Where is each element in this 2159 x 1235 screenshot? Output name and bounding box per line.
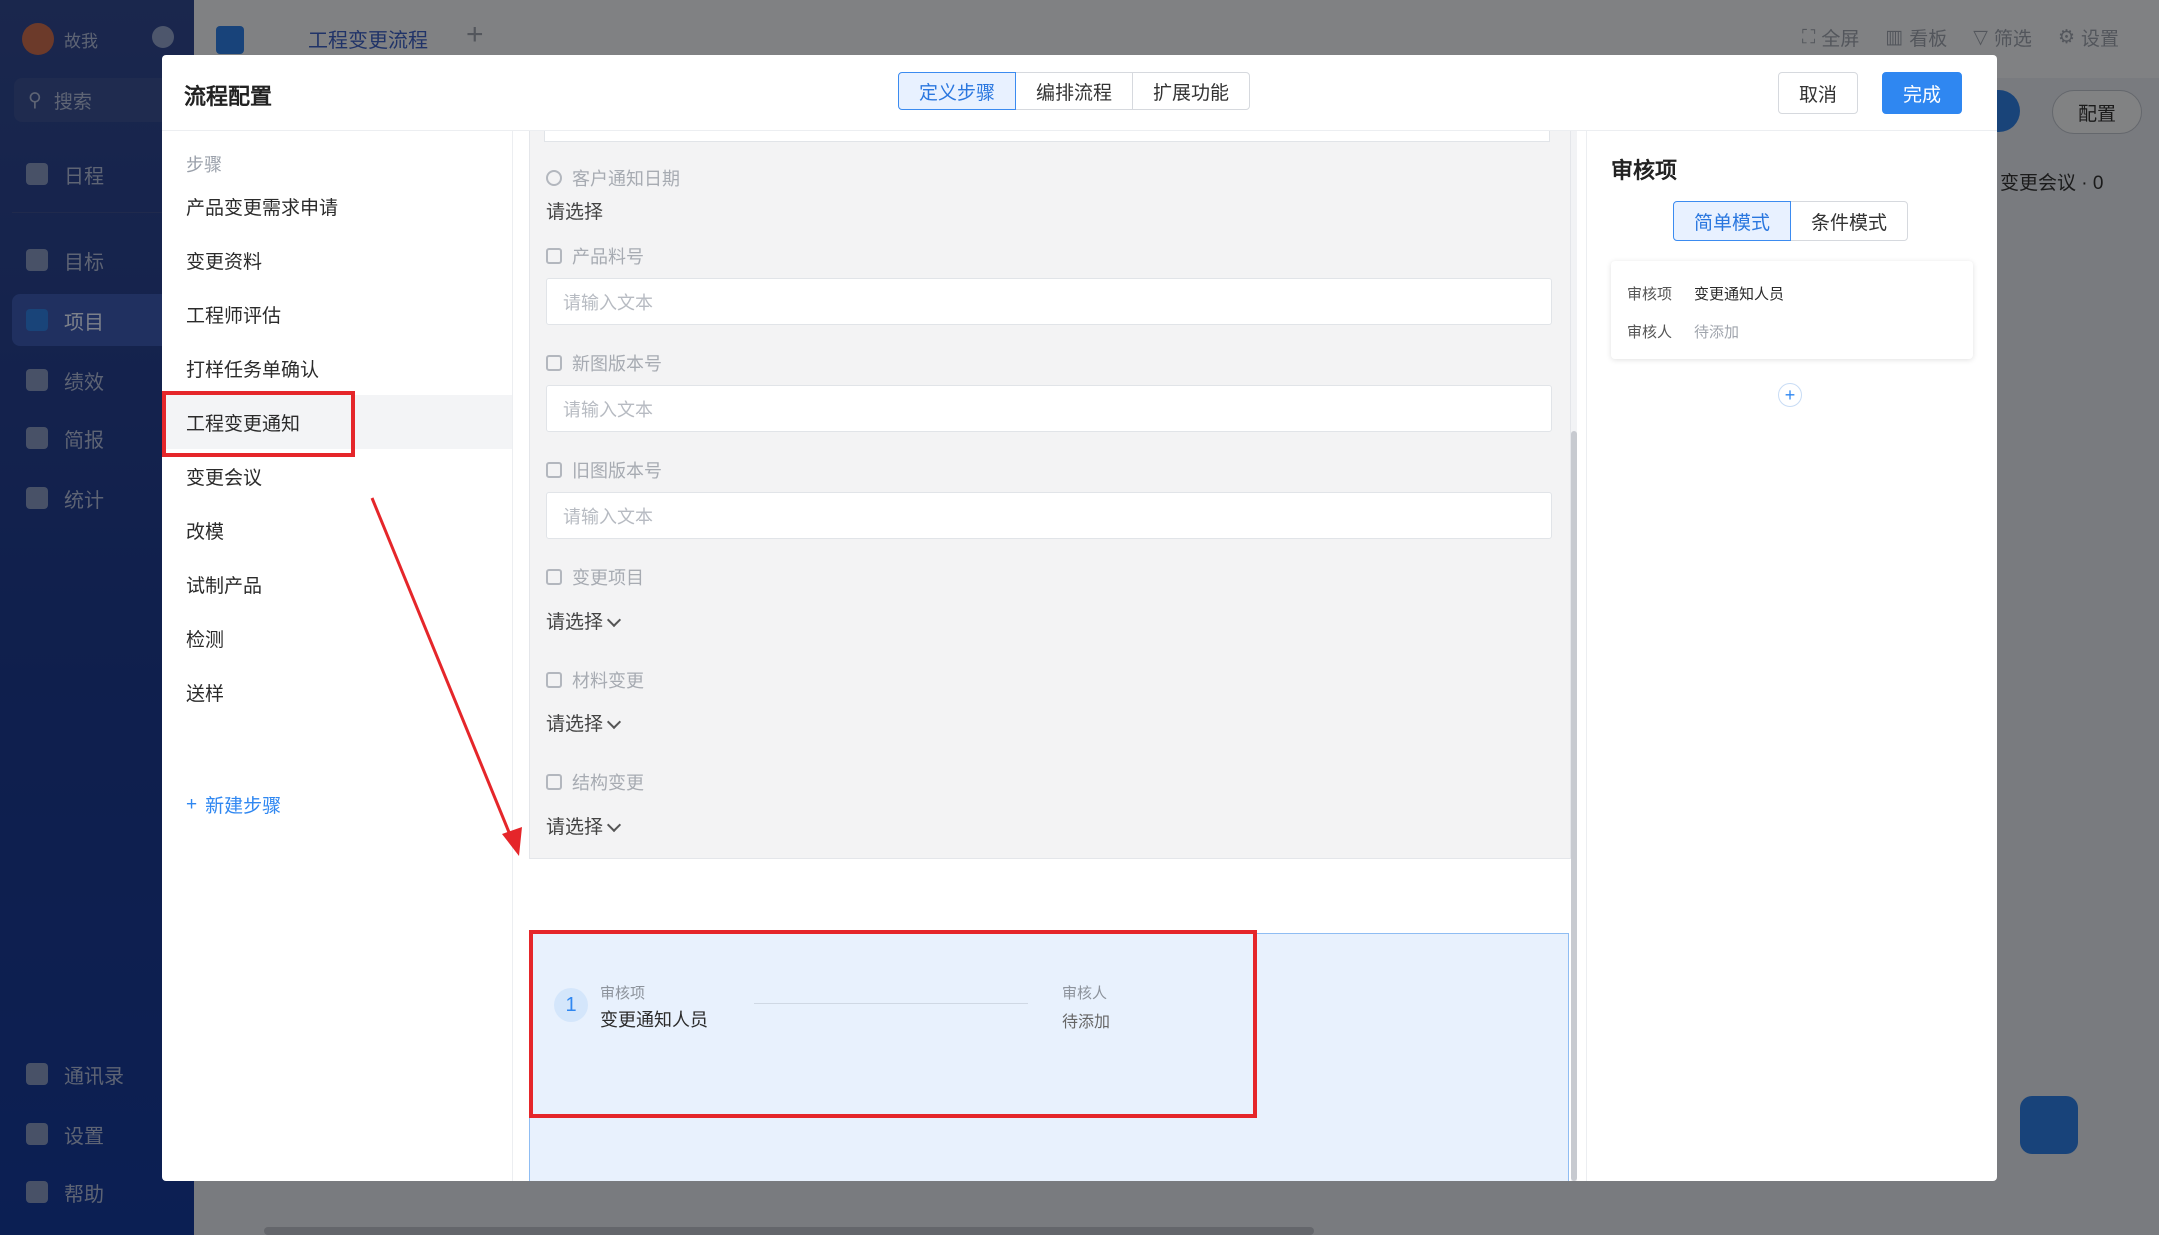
field-label-text: 结构变更 <box>572 773 644 793</box>
text-input[interactable]: 请输入文本 <box>546 492 1552 539</box>
step-item[interactable]: 改模 <box>162 503 512 557</box>
step-item[interactable]: 工程师评估 <box>162 287 512 341</box>
dropdown-field-icon <box>546 672 562 688</box>
step-item[interactable]: 送样 <box>162 665 512 719</box>
field-select[interactable]: 请选择 <box>546 607 622 634</box>
review-panel: 审核项 简单模式 条件模式 审核项 变更通知人员 审核人 待添加 + <box>1586 131 1987 1181</box>
step-item[interactable]: 变更资料 <box>162 233 512 287</box>
text-input[interactable]: 请输入文本 <box>546 278 1552 325</box>
field-label: 客户通知日期 <box>546 165 680 191</box>
form-scrollbar[interactable] <box>1571 131 1577 1181</box>
dropdown-field-icon <box>546 774 562 790</box>
field-label: 旧图版本号 <box>546 457 662 483</box>
tab-define-steps[interactable]: 定义步骤 <box>898 72 1017 110</box>
done-button[interactable]: 完成 <box>1882 72 1963 114</box>
field-select[interactable]: 请选择 <box>546 197 603 224</box>
review-panel-title: 审核项 <box>1611 158 1678 183</box>
select-value: 请选择 <box>546 612 604 633</box>
text-input[interactable]: 请输入文本 <box>546 385 1552 432</box>
form-input-partial <box>544 131 1550 142</box>
tab-extensions[interactable]: 扩展功能 <box>1132 72 1251 110</box>
review-item-key: 审核项 <box>1627 286 1673 303</box>
steps-header: 步骤 <box>186 155 222 175</box>
new-step-button[interactable]: + 新建步骤 <box>186 791 281 818</box>
step-item[interactable]: 试制产品 <box>162 557 512 611</box>
modal-header: 流程配置 定义步骤 编排流程 扩展功能 取消 完成 <box>162 55 1997 131</box>
field-label-text: 客户通知日期 <box>572 169 680 189</box>
field-label-text: 材料变更 <box>572 671 644 691</box>
chevron-down-icon <box>606 714 622 730</box>
flow-config-modal: 流程配置 定义步骤 编排流程 扩展功能 取消 完成 步骤 产品变更需求申请 变更… <box>162 55 1997 1181</box>
plus-icon: + <box>186 793 198 815</box>
modal-title: 流程配置 <box>184 84 273 109</box>
approver-row: 审核人 待添加 <box>1627 321 1739 342</box>
step-item[interactable]: 检测 <box>162 611 512 665</box>
field-label: 新图版本号 <box>546 350 662 376</box>
condition-mode-button[interactable]: 条件模式 <box>1790 201 1909 241</box>
approver-key: 审核人 <box>1627 324 1673 341</box>
field-label: 产品料号 <box>546 243 644 269</box>
step-item[interactable]: 产品变更需求申请 <box>162 179 512 233</box>
text-field-icon <box>546 355 562 371</box>
step-item[interactable]: 打样任务单确认 <box>162 341 512 395</box>
select-value: 请选择 <box>546 817 604 838</box>
field-label: 变更项目 <box>546 564 644 590</box>
highlight-box-step <box>162 391 355 457</box>
review-item-row: 审核项 变更通知人员 <box>1627 283 1784 304</box>
steps-list: 步骤 产品变更需求申请 变更资料 工程师评估 打样任务单确认 工程变更通知 变更… <box>162 131 513 1181</box>
select-value: 请选择 <box>546 714 604 735</box>
chevron-down-icon <box>606 817 622 833</box>
field-select[interactable]: 请选择 <box>546 812 622 839</box>
simple-mode-button[interactable]: 简单模式 <box>1673 201 1792 241</box>
dropdown-field-icon <box>546 569 562 585</box>
approver-value: 待添加 <box>1694 324 1740 341</box>
field-label-text: 产品料号 <box>572 247 644 267</box>
modal-tabs: 定义步骤 编排流程 扩展功能 <box>898 72 1251 110</box>
add-review-item-button[interactable]: + <box>1778 383 1802 407</box>
text-field-icon <box>546 462 562 478</box>
cancel-button[interactable]: 取消 <box>1778 72 1859 114</box>
field-label: 材料变更 <box>546 667 644 693</box>
review-item-card[interactable]: 审核项 变更通知人员 审核人 待添加 <box>1611 261 1973 359</box>
new-step-label: 新建步骤 <box>205 796 282 817</box>
step-item[interactable]: 变更会议 <box>162 449 512 503</box>
scrollbar-thumb[interactable] <box>1571 431 1577 1181</box>
text-field-icon <box>546 248 562 264</box>
mode-switch: 简单模式 条件模式 <box>1673 201 1909 241</box>
review-item-value: 变更通知人员 <box>1694 286 1785 303</box>
field-label-text: 新图版本号 <box>572 354 662 374</box>
tab-arrange-flow[interactable]: 编排流程 <box>1015 72 1134 110</box>
field-select[interactable]: 请选择 <box>546 709 622 736</box>
field-label: 结构变更 <box>546 769 644 795</box>
clock-icon <box>546 170 562 186</box>
field-label-text: 旧图版本号 <box>572 461 662 481</box>
form-area: 客户通知日期 请选择 产品料号 请输入文本 新图版本号 请输入文本 旧图版本号 … <box>513 131 1585 1181</box>
field-label-text: 变更项目 <box>572 568 644 588</box>
highlight-box-approval <box>529 930 1257 1118</box>
chevron-down-icon <box>606 612 622 628</box>
form-preview: 客户通知日期 请选择 产品料号 请输入文本 新图版本号 请输入文本 旧图版本号 … <box>529 131 1571 859</box>
